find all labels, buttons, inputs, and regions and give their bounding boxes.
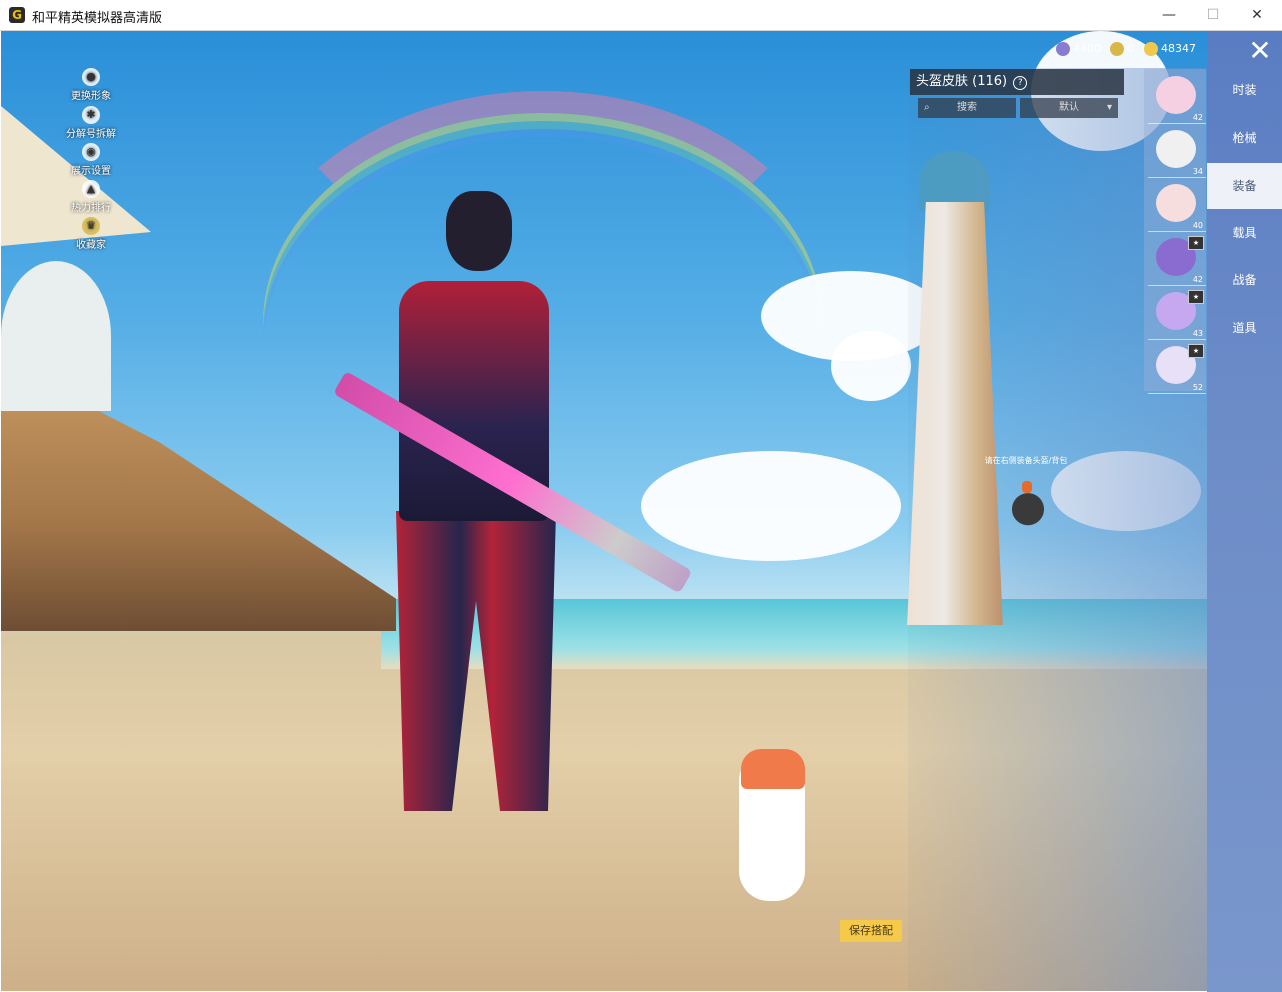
- left-menu-label: 展示设置: [71, 166, 111, 177]
- helmet-skin-item[interactable]: ★ 52: [1148, 342, 1206, 394]
- close-window-button[interactable]: ✕: [1234, 0, 1280, 31]
- left-menu-heat-ranking[interactable]: ▲ 热力排行: [62, 180, 120, 214]
- left-menu-label: 分解号拆解: [66, 129, 116, 140]
- minimize-button[interactable]: —: [1146, 0, 1192, 31]
- left-menu-label: 热力排行: [71, 203, 111, 214]
- new-badge-icon: ★: [1188, 290, 1204, 304]
- tab-fashion[interactable]: 时装: [1207, 67, 1282, 113]
- currency-gold: 48347: [1144, 42, 1196, 56]
- left-menu-label: 收藏家: [76, 240, 106, 251]
- left-menu-decompose[interactable]: ✱ 分解号拆解: [62, 106, 120, 140]
- item-level: 52: [1192, 383, 1203, 392]
- tab-gear[interactable]: 战备: [1207, 257, 1282, 303]
- helmet-thumbnail: [1156, 184, 1196, 222]
- currency-value: 4400: [1073, 42, 1101, 55]
- left-menu-change-appearance[interactable]: ● 更换形象: [62, 68, 120, 102]
- cloud: [641, 451, 901, 561]
- search-label: 搜索: [957, 102, 977, 113]
- badge-icon: ♛: [82, 217, 100, 235]
- left-menu-collector[interactable]: ♛ 收藏家: [62, 217, 120, 251]
- sort-dropdown[interactable]: 默认 ▾: [1020, 98, 1118, 118]
- coin-gold-icon: [1144, 42, 1158, 56]
- helmet-skin-item[interactable]: ★ 42: [1148, 234, 1206, 286]
- coin-purple-icon: [1056, 42, 1070, 56]
- currency-value: 48347: [1161, 42, 1196, 55]
- item-level: 34: [1192, 167, 1203, 176]
- new-badge-icon: ★: [1188, 236, 1204, 250]
- character-mask-head: [446, 191, 512, 271]
- cloud: [831, 331, 911, 401]
- flame-icon: ▲: [82, 180, 100, 198]
- left-menu-label: 更换形象: [71, 91, 111, 102]
- pet-hat: [741, 749, 805, 789]
- currency-gold-ring: 0: [1110, 42, 1134, 56]
- game-app-icon: G: [9, 7, 25, 23]
- helmet-thumbnail: [1156, 76, 1196, 114]
- search-icon: ⌕: [924, 102, 930, 113]
- item-level: 42: [1192, 275, 1203, 284]
- helmet-skin-item[interactable]: 40: [1148, 180, 1206, 232]
- tab-items[interactable]: 道具: [1207, 305, 1282, 351]
- help-icon[interactable]: ?: [1013, 76, 1028, 90]
- panel-title: 头盔皮肤 (116): [916, 74, 1008, 89]
- panel-header: 头盔皮肤 (116) ?: [910, 69, 1124, 95]
- save-outfit-button[interactable]: 保存搭配: [840, 920, 902, 942]
- maximize-button[interactable]: ☐: [1190, 0, 1236, 31]
- gear-icon: ✱: [82, 106, 100, 124]
- currency-value: 0: [1127, 42, 1134, 55]
- currency-purple: 4400: [1056, 42, 1101, 56]
- tab-equipment[interactable]: 装备: [1207, 163, 1282, 209]
- coin-gold-ring-icon: [1110, 42, 1124, 56]
- helmet-skin-item[interactable]: 42: [1148, 72, 1206, 124]
- equip-hint: 请在右侧装备头盔/背包: [984, 456, 1068, 465]
- equipped-helmet-preview[interactable]: [1008, 485, 1048, 529]
- item-level: 42: [1192, 113, 1203, 122]
- ship-cabin: [1, 261, 111, 411]
- window-title: 和平精英模拟器高清版: [32, 11, 163, 26]
- window-titlebar: G 和平精英模拟器高清版 — ☐ ✕: [0, 0, 1282, 31]
- helmet-skin-item[interactable]: ★ 43: [1148, 288, 1206, 340]
- tab-vehicles[interactable]: 载具: [1207, 210, 1282, 256]
- helmet-skin-item[interactable]: 34: [1148, 126, 1206, 178]
- eye-icon: ◉: [82, 143, 100, 161]
- helmet-thumbnail: [1156, 130, 1196, 168]
- new-badge-icon: ★: [1188, 344, 1204, 358]
- chevron-down-icon: ▾: [1106, 102, 1112, 113]
- tab-firearms[interactable]: 枪械: [1207, 115, 1282, 161]
- item-level: 43: [1192, 329, 1203, 338]
- person-icon: ●: [82, 68, 100, 86]
- sort-label: 默认: [1059, 102, 1079, 113]
- search-input[interactable]: ⌕ 搜索: [918, 98, 1016, 118]
- left-menu-display-settings[interactable]: ◉ 展示设置: [62, 143, 120, 177]
- item-level: 40: [1192, 221, 1203, 230]
- close-icon[interactable]: ✕: [1244, 36, 1276, 66]
